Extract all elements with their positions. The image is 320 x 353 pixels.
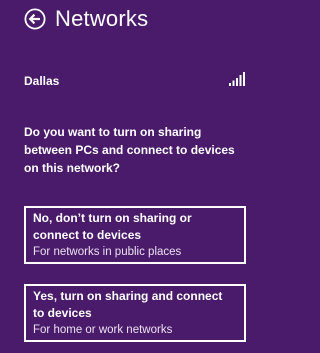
back-button[interactable] — [24, 8, 46, 30]
page-title: Networks — [55, 6, 149, 31]
share-option-button[interactable]: Yes, turn on sharing and connect to devi… — [24, 284, 246, 342]
dont-share-option-button[interactable]: No, don’t turn on sharing or connect to … — [24, 206, 246, 264]
option-subtitle: For home or work networks — [33, 324, 173, 336]
option-subtitle: For networks in public places — [33, 246, 182, 258]
sharing-question: Do you want to turn on sharing between P… — [24, 125, 235, 175]
wifi-signal-bars-icon — [229, 72, 246, 91]
option-title: No, don’t turn on sharing or connect to … — [33, 211, 192, 242]
back-arrow-circle-icon — [24, 8, 46, 30]
option-title: Yes, turn on sharing and connect to devi… — [33, 289, 223, 320]
network-name: Dallas — [24, 74, 60, 88]
header-bar: Networks — [0, 0, 261, 40]
network-row: Dallas — [24, 70, 246, 90]
